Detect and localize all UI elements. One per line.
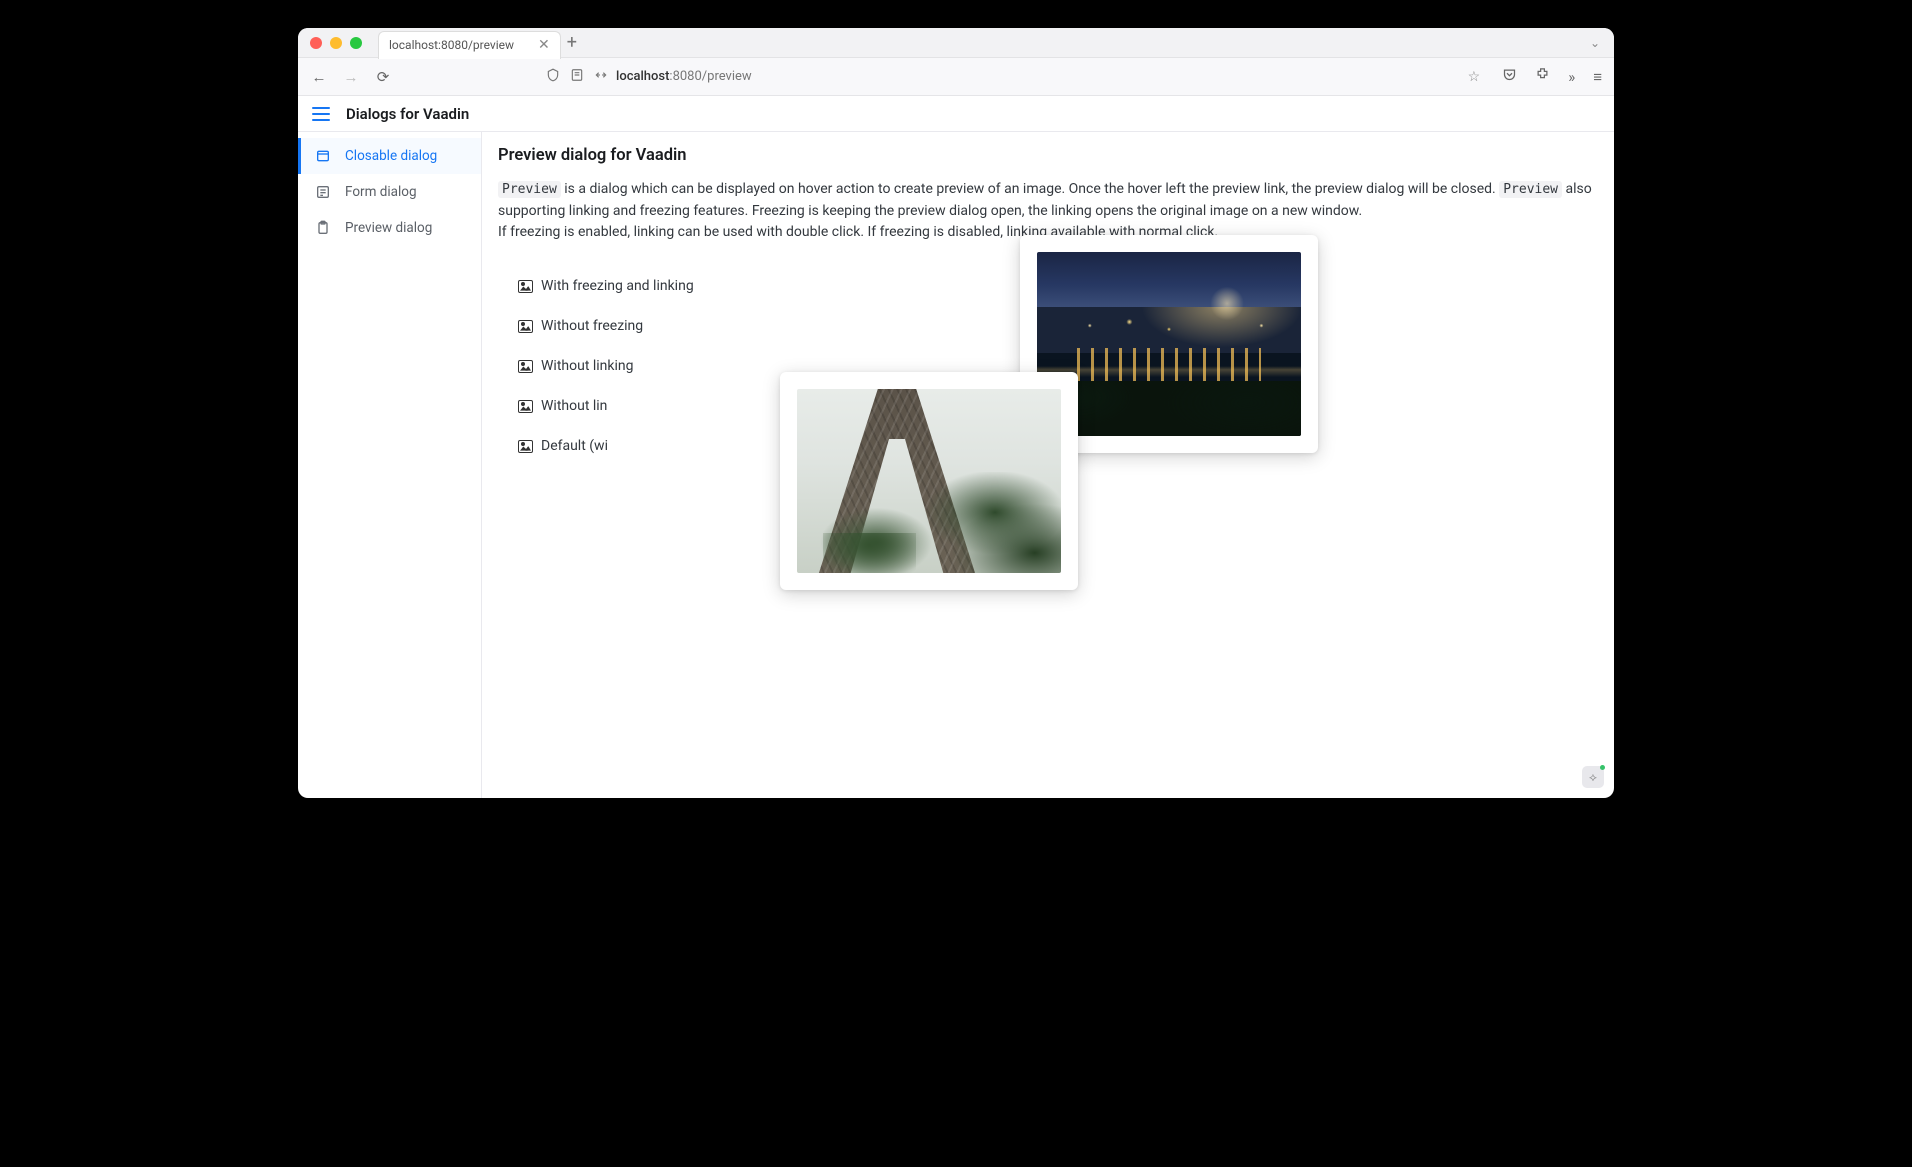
reload-button[interactable]: ⟳	[374, 68, 392, 86]
code-preview: Preview	[498, 181, 561, 198]
app-menu-icon[interactable]: ≡	[1593, 68, 1602, 86]
sidebar-item-preview-dialog[interactable]: Preview dialog	[298, 210, 481, 246]
clipboard-icon	[315, 220, 331, 236]
sidebar-item-label: Closable dialog	[345, 148, 437, 164]
bookmark-icon[interactable]: ☆	[1468, 69, 1481, 85]
app-header: Dialogs for Vaadin	[298, 96, 1614, 132]
close-window-icon[interactable]	[310, 37, 322, 49]
window-controls	[310, 37, 362, 49]
shield-icon[interactable]	[546, 68, 560, 86]
back-button[interactable]: ←	[310, 68, 328, 86]
url-text: localhost:8080/preview	[616, 69, 752, 84]
tab-strip: localhost:8080/preview ✕ +	[378, 28, 577, 57]
option-label: Without linking	[541, 358, 634, 374]
forward-button[interactable]: →	[342, 68, 360, 86]
form-icon	[315, 184, 331, 200]
connection-icon[interactable]	[594, 68, 608, 86]
overflow-icon[interactable]: »	[1568, 68, 1575, 86]
tab-title: localhost:8080/preview	[389, 38, 514, 52]
image-icon	[518, 440, 533, 453]
sidebar: Closable dialog Form dialog Preview dial…	[298, 132, 482, 798]
option-label: Without freezing	[541, 318, 643, 334]
sidebar-item-label: Form dialog	[345, 184, 417, 200]
tabs-overflow-icon[interactable]: ⌄	[1590, 36, 1600, 50]
app-body: Closable dialog Form dialog Preview dial…	[298, 132, 1614, 798]
minimize-window-icon[interactable]	[330, 37, 342, 49]
option-label: With freezing and linking	[541, 278, 694, 294]
page-content: Preview dialog for Vaadin Preview is a d…	[482, 132, 1614, 798]
image-icon	[518, 320, 533, 333]
code-preview: Preview	[1499, 181, 1562, 198]
browser-tab[interactable]: localhost:8080/preview ✕	[378, 31, 561, 59]
option-label: Default (wi	[541, 438, 608, 454]
page-info-icon[interactable]	[570, 68, 584, 86]
sidebar-item-label: Preview dialog	[345, 220, 432, 236]
dialog-icon	[315, 148, 331, 164]
dev-tools-widget[interactable]: ⟡	[1582, 766, 1604, 788]
extensions-icon[interactable]	[1535, 67, 1550, 86]
close-tab-icon[interactable]: ✕	[538, 37, 550, 53]
url-field[interactable]: localhost:8080/preview	[406, 68, 1454, 86]
page-title: Preview dialog for Vaadin	[498, 146, 1598, 165]
browser-window: localhost:8080/preview ✕ + ⌄ ← → ⟳	[298, 28, 1614, 798]
new-tab-button[interactable]: +	[567, 32, 577, 53]
image-icon	[518, 400, 533, 413]
menu-toggle-icon[interactable]	[312, 107, 330, 121]
maximize-window-icon[interactable]	[350, 37, 362, 49]
app-title: Dialogs for Vaadin	[346, 105, 469, 123]
address-bar: ← → ⟳ localhost:8080/preview	[298, 58, 1614, 96]
pocket-icon[interactable]	[1502, 67, 1517, 86]
window-titlebar: localhost:8080/preview ✕ + ⌄	[298, 28, 1614, 58]
image-icon	[518, 360, 533, 373]
option-label: Without lin	[541, 398, 607, 414]
image-icon	[518, 280, 533, 293]
sidebar-item-form-dialog[interactable]: Form dialog	[298, 174, 481, 210]
preview-image	[797, 389, 1061, 573]
sidebar-item-closable-dialog[interactable]: Closable dialog	[298, 138, 481, 174]
preview-card-eiffel[interactable]	[780, 372, 1078, 590]
